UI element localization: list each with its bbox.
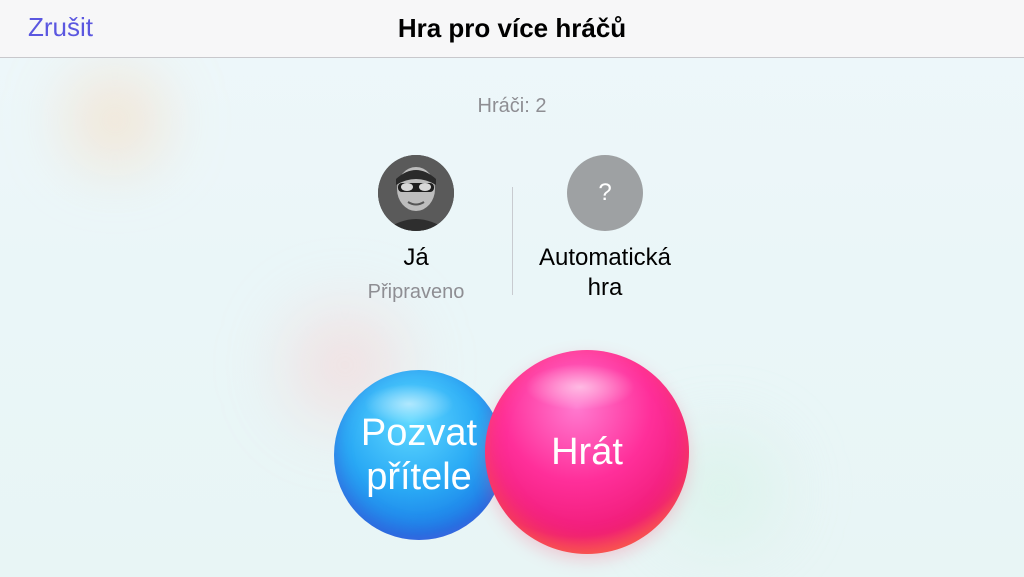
player-status: Připraveno [367, 281, 465, 303]
invite-friend-label: Pozvat přítele [344, 411, 494, 499]
user-photo-icon [378, 155, 454, 231]
player-me[interactable]: Já Připraveno [336, 155, 496, 304]
question-mark-icon: ? [567, 155, 643, 231]
background-blob [40, 60, 190, 180]
player-name: Automatická hra [520, 243, 690, 303]
play-button[interactable]: Hrát [485, 350, 689, 554]
players-divider [512, 187, 513, 295]
invite-friend-button[interactable]: Pozvat přítele [334, 370, 504, 540]
player-name-line: hra [587, 274, 623, 301]
invite-line: Pozvat [360, 412, 478, 454]
page-title: Hra pro více hráčů [397, 13, 627, 43]
players-count: Hráči: 2 [477, 95, 547, 117]
bubble-shine [525, 364, 635, 410]
play-label: Hrát [551, 430, 623, 473]
player-name: Já [403, 244, 429, 271]
player-name-line: Automatická [538, 244, 672, 271]
avatar [378, 155, 454, 231]
invite-line: přítele [366, 456, 472, 498]
navigation-bar: Zrušit Hra pro více hráčů [0, 0, 1024, 58]
player-auto-match[interactable]: ? Automatická hra [520, 155, 690, 303]
